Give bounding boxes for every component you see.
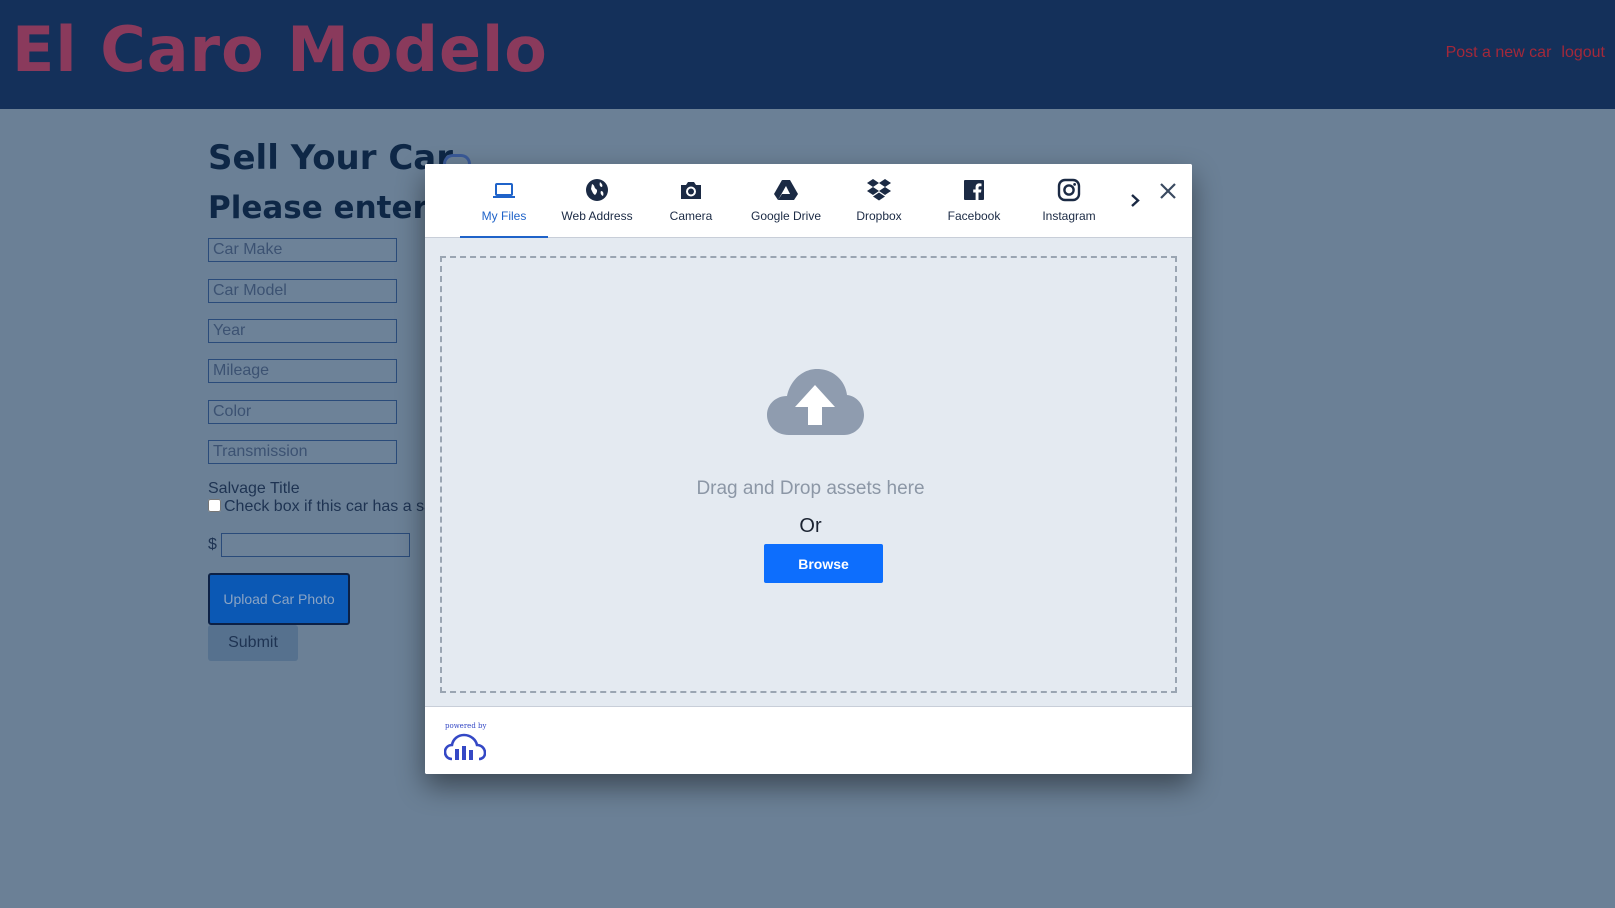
tab-dropbox[interactable]: Dropbox [835,164,923,238]
modal-footer [425,707,1192,774]
tab-label: My Files [481,209,527,223]
submit-button[interactable]: Submit [208,625,298,661]
chevron-right-icon[interactable] [1125,186,1145,214]
google-drive-icon [774,180,798,200]
drop-area: Drag and Drop assets here Or Browse [425,238,1192,707]
post-new-car-link[interactable]: Post a new car [1446,44,1552,61]
transmission-input[interactable] [208,440,397,464]
car-make-input[interactable] [208,238,397,262]
tab-camera[interactable]: Camera [647,164,735,238]
tab-label: Dropbox [856,209,902,223]
tab-facebook[interactable]: Facebook [930,164,1018,238]
powered-by-label: powered by [445,722,487,730]
tab-label: Facebook [947,209,1001,223]
page-title: Sell Your Car [208,138,454,178]
logout-link[interactable]: logout [1561,44,1605,61]
cloudinary-logo-icon[interactable] [444,732,486,762]
salvage-checkbox-row: Check box if this car has a salvage titl… [208,498,428,516]
or-text: Or [799,515,822,537]
top-nav: Post a new car logout [1446,44,1605,62]
salvage-checkbox-label: Check box if this car has a salvage titl… [224,498,428,515]
facebook-icon [964,180,984,200]
drop-text: Drag and Drop assets here [696,478,925,499]
currency-symbol: $ [208,536,217,553]
page-subtitle: Please enter your car details [208,190,428,226]
year-input[interactable] [208,319,397,343]
camera-icon [681,182,701,199]
salvage-title-label: Salvage Title [208,480,300,497]
car-model-input[interactable] [208,279,397,303]
browse-button[interactable]: Browse [764,544,883,583]
site-header: El Caro Modelo Post a new car logout [0,0,1615,109]
tab-label: Camera [669,209,713,223]
drop-zone[interactable]: Drag and Drop assets here Or Browse [440,256,1177,693]
tab-google-drive[interactable]: Google Drive [742,164,830,238]
upload-widget-modal: My Files Web Address Camera Google Drive… [425,164,1192,774]
tab-my-files[interactable]: My Files [460,164,548,238]
instagram-icon [1057,178,1081,202]
laptop-icon [493,183,515,198]
cloud-upload-icon [767,369,864,435]
color-input[interactable] [208,400,397,424]
close-icon[interactable] [1155,178,1181,204]
upload-car-photo-button[interactable]: Upload Car Photo [208,573,350,625]
salvage-checkbox[interactable] [208,499,221,512]
source-tabs: My Files Web Address Camera Google Drive… [425,164,1192,238]
tab-label: Instagram [1042,209,1096,223]
mileage-input[interactable] [208,359,397,383]
tab-instagram[interactable]: Instagram [1025,164,1113,238]
tab-label: Web Address [561,209,633,223]
tab-label: Google Drive [750,209,822,223]
dropbox-icon [867,179,891,201]
tab-web-address[interactable]: Web Address [553,164,641,238]
brand-logo[interactable]: El Caro Modelo [12,12,548,88]
price-input[interactable] [221,533,410,557]
globe-icon [586,179,608,201]
